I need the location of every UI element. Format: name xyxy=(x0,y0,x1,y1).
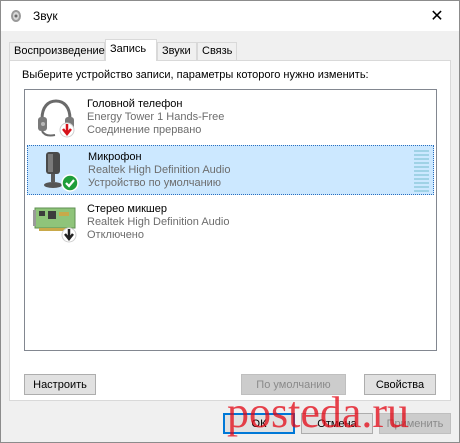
device-item-stereo-mix[interactable]: Стерео микшер Realtek High Definition Au… xyxy=(27,198,434,248)
tab-playback[interactable]: Воспроизведение xyxy=(9,42,105,60)
device-status: Соединение прервано xyxy=(87,124,202,136)
recording-device-list[interactable]: Головной телефон Energy Tower 1 Hands-Fr… xyxy=(24,89,437,351)
device-name: Головной телефон xyxy=(87,98,183,110)
device-driver: Realtek High Definition Audio xyxy=(87,216,230,228)
device-item-microphone[interactable]: Микрофон Realtek High Definition Audio У… xyxy=(27,145,434,195)
close-button[interactable]: ✕ xyxy=(415,1,459,31)
device-driver: Energy Tower 1 Hands-Free xyxy=(87,111,225,123)
device-status: Отключено xyxy=(87,229,144,241)
headset-icon xyxy=(38,99,75,138)
device-driver: Realtek High Definition Audio xyxy=(88,164,231,176)
device-status: Устройство по умолчанию xyxy=(88,177,222,189)
instruction-text: Выберите устройство записи, параметры ко… xyxy=(22,69,369,81)
close-icon: ✕ xyxy=(430,8,444,25)
tab-recording[interactable]: Запись xyxy=(105,39,157,61)
speaker-app-icon xyxy=(11,10,21,22)
set-default-button[interactable]: По умолчанию xyxy=(241,374,346,395)
recording-panel: Выберите устройство записи, параметры ко… xyxy=(9,60,451,401)
tab-sounds[interactable]: Звуки xyxy=(157,42,197,60)
window-title: Звук xyxy=(33,9,58,23)
title-bar: Звук ✕ xyxy=(1,1,459,31)
configure-button[interactable]: Настроить xyxy=(24,374,96,395)
input-level-meter xyxy=(414,150,429,192)
sound-card-icon xyxy=(33,207,77,243)
sound-dialog: Звук ✕ Воспроизведение Запись Звуки Связ… xyxy=(0,0,460,443)
device-item-headset[interactable]: Головной телефон Energy Tower 1 Hands-Fr… xyxy=(27,93,434,143)
tab-communications[interactable]: Связь xyxy=(197,42,237,60)
cancel-button[interactable]: Отмена xyxy=(301,413,373,434)
ok-button[interactable]: ОК xyxy=(223,413,295,434)
properties-button[interactable]: Свойства xyxy=(364,374,436,395)
device-name: Стерео микшер xyxy=(87,203,167,215)
apply-button[interactable]: Применить xyxy=(379,413,451,434)
device-name: Микрофон xyxy=(88,151,142,163)
microphone-icon xyxy=(44,152,79,192)
